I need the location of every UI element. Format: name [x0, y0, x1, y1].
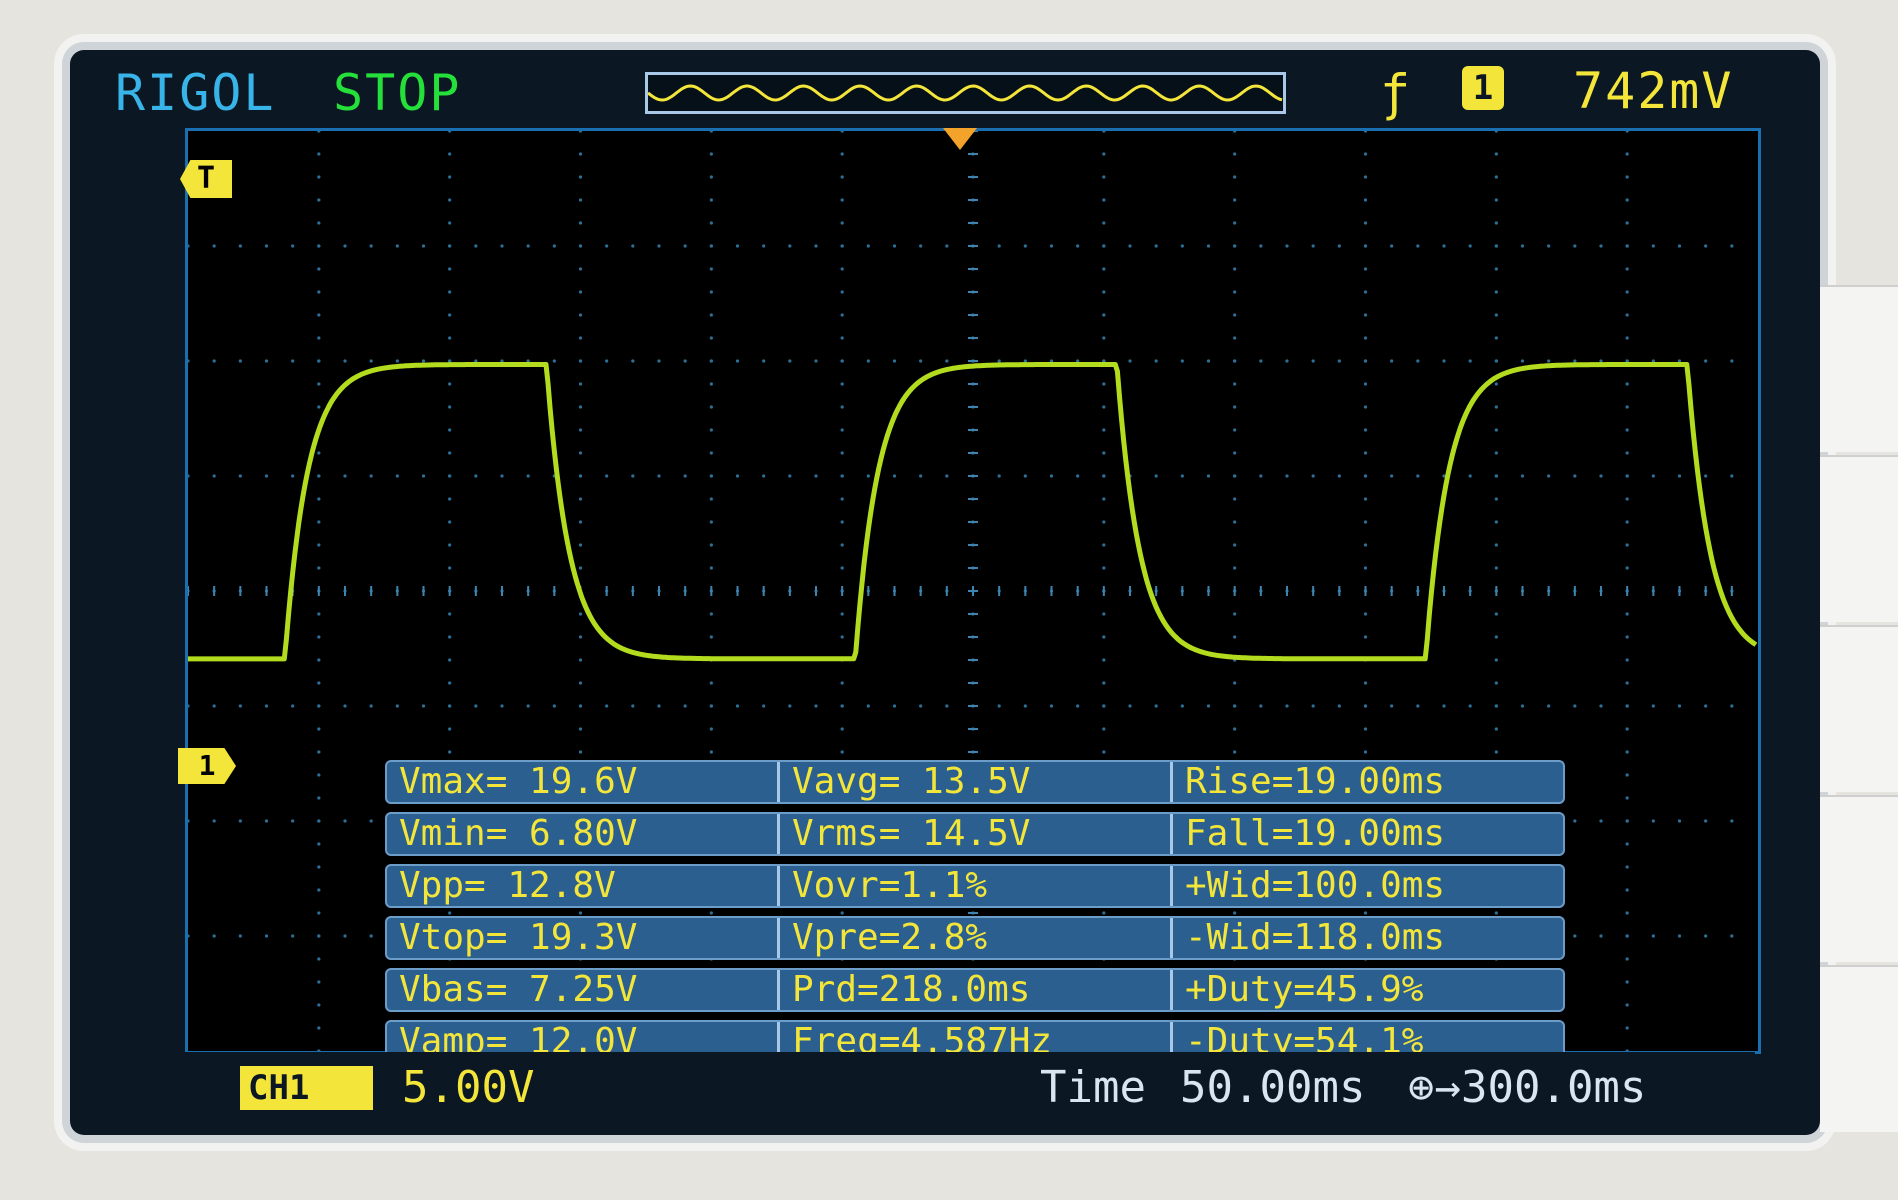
ch1-vertical-scale[interactable]: 5.00V — [402, 1062, 534, 1113]
trigger-source-badge: 1 — [1462, 66, 1504, 110]
measurement-panel: Vmax= 19.6V Vavg= 13.5V Rise=19.00ms Vmi… — [385, 760, 1565, 1072]
softkey-2[interactable] — [1820, 455, 1898, 622]
memory-waveform-preview — [648, 84, 1283, 102]
rising-edge-icon: ƒ — [1380, 64, 1413, 122]
trigger-level-marker[interactable]: T — [180, 160, 232, 198]
measurement-period: Prd=218.0ms — [777, 970, 1170, 1010]
measurement-row: Vmin= 6.80V Vrms= 14.5V Fall=19.00ms — [385, 812, 1565, 856]
measurement-vmin: Vmin= 6.80V — [399, 814, 638, 854]
measurement-pos-width: +Wid=100.0ms — [1170, 866, 1563, 906]
trigger-level[interactable]: 742mV — [1573, 62, 1734, 120]
brand-logo: RIGOL — [115, 64, 276, 122]
measurement-vbas: Vbas= 7.25V — [399, 970, 638, 1010]
measurement-row: Vmax= 19.6V Vavg= 13.5V Rise=19.00ms — [385, 760, 1565, 804]
measurement-neg-width: -Wid=118.0ms — [1170, 918, 1563, 958]
measurement-rise: Rise=19.00ms — [1170, 762, 1563, 802]
memory-depth-bar — [645, 72, 1286, 114]
time-label: Time — [1040, 1062, 1146, 1113]
softkey-3[interactable] — [1820, 625, 1898, 792]
measurement-vpre: Vpre=2.8% — [777, 918, 1170, 958]
trigger-position-marker[interactable] — [943, 128, 977, 150]
measurement-row: Vtop= 19.3V Vpre=2.8% -Wid=118.0ms — [385, 916, 1565, 960]
measurement-vrms: Vrms= 14.5V — [777, 814, 1170, 854]
softkey-5[interactable] — [1820, 965, 1898, 1132]
measurement-vavg: Vavg= 13.5V — [777, 762, 1170, 802]
measurement-fall: Fall=19.00ms — [1170, 814, 1563, 854]
measurement-row: Vpp= 12.8V Vovr=1.1% +Wid=100.0ms — [385, 864, 1565, 908]
measurement-vpp: Vpp= 12.8V — [399, 866, 616, 906]
ch1-channel-badge[interactable]: CH1 — [240, 1066, 373, 1110]
measurement-vovr: Vovr=1.1% — [777, 866, 1170, 906]
horizontal-time-offset[interactable]: ⊕→300.0ms — [1408, 1062, 1646, 1113]
measurement-vtop: Vtop= 19.3V — [399, 918, 638, 958]
ch1-ground-marker[interactable]: 1 — [178, 748, 236, 784]
measurement-row: Vbas= 7.25V Prd=218.0ms +Duty=45.9% — [385, 968, 1565, 1012]
measurement-pos-duty: +Duty=45.9% — [1170, 970, 1563, 1010]
horizontal-time-scale[interactable]: 50.00ms — [1180, 1062, 1365, 1113]
run-status[interactable]: STOP — [333, 64, 461, 122]
measurement-vmax: Vmax= 19.6V — [399, 762, 638, 802]
softkey-1[interactable] — [1820, 285, 1898, 452]
softkey-4[interactable] — [1820, 795, 1898, 962]
